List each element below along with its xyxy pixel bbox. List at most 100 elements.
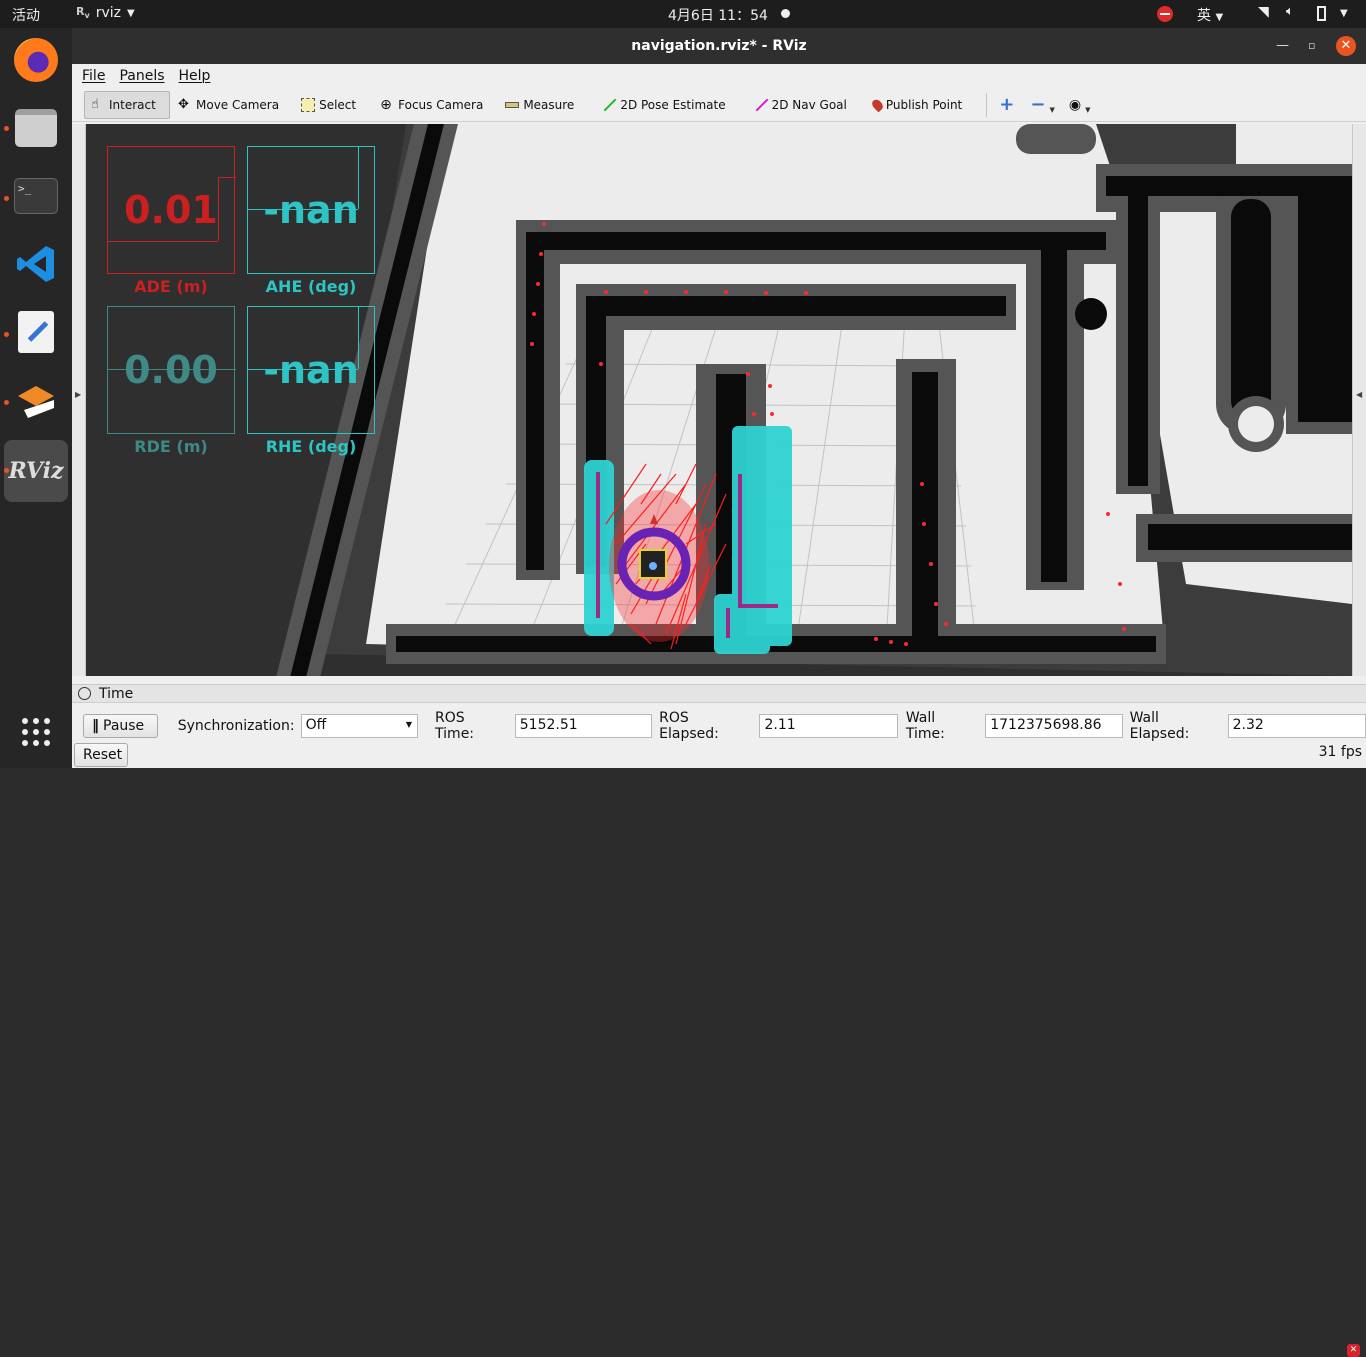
green-arrow-icon <box>602 98 617 112</box>
activities-button[interactable]: 活动 <box>12 5 40 25</box>
ros-time-field[interactable]: 5152.51 <box>514 714 653 738</box>
window-title: navigation.rviz* - RViz <box>631 38 807 54</box>
rviz-window: navigation.rviz* - RViz — ▫ ✕ File Panel… <box>72 28 1366 1357</box>
reset-button[interactable]: Reset <box>74 743 128 767</box>
maximize-icon[interactable]: ▫ <box>1308 28 1315 64</box>
visibility-tool-button[interactable]: ◉ ▼ <box>1063 91 1097 119</box>
pose-estimate-tool-button[interactable]: 2D Pose Estimate <box>596 91 731 119</box>
system-menu-chevron-icon[interactable]: ▼ <box>1340 8 1348 19</box>
input-method-indicator[interactable]: 英 ▼ <box>1197 5 1223 25</box>
ahe-value: -nan <box>263 188 359 232</box>
crosshair-icon: ⊕ <box>380 96 392 113</box>
clock-icon <box>78 687 91 700</box>
close-panel-icon[interactable]: ✕ <box>1347 1344 1360 1357</box>
fps-readout: 31 fps <box>1318 744 1362 760</box>
running-indicator <box>4 126 9 131</box>
right-dock-collapse-strip[interactable]: ◀ <box>1352 124 1366 676</box>
show-apps-icon[interactable] <box>12 708 60 756</box>
3d-render-view[interactable]: 0.01 ADE (m) -nan AHE (deg) 0.00 RDE (m)… <box>86 124 1352 676</box>
menu-file[interactable]: File <box>82 68 105 84</box>
running-indicator <box>4 332 9 337</box>
ros-elapsed-field[interactable]: 2.11 <box>759 714 898 738</box>
map-pin-icon <box>869 97 885 112</box>
rde-label: RDE (m) <box>134 437 208 456</box>
menu-bar: File Panels Help <box>72 64 1366 88</box>
move-camera-tool-button[interactable]: ✥ Move Camera <box>172 91 285 119</box>
rde-value: 0.00 <box>124 348 218 392</box>
interact-tool-button[interactable]: ☝ Interact <box>84 90 170 119</box>
add-tool-button[interactable]: + <box>993 91 1020 119</box>
firefox-icon[interactable] <box>12 36 60 84</box>
ahe-metric-panel: -nan AHE (deg) <box>247 146 375 296</box>
left-dock-collapse-strip[interactable]: ▶ <box>72 124 86 676</box>
chevron-down-icon: ▼ <box>126 7 135 19</box>
app-menu[interactable]: Rv rviz ▼ <box>76 5 135 21</box>
minus-icon: − <box>1030 94 1046 115</box>
nav-goal-tool-button[interactable]: 2D Nav Goal <box>748 91 853 119</box>
notification-dot-icon <box>781 9 790 18</box>
clock[interactable]: 4月6日 11：54 <box>668 5 768 25</box>
remove-tool-button[interactable]: − ▼ <box>1024 91 1060 119</box>
select-tool-button[interactable]: Select <box>295 91 362 119</box>
ade-value: 0.01 <box>124 188 218 232</box>
tool-bar: ☝ Interact ✥ Move Camera Select ⊕ Focus … <box>72 88 1366 122</box>
chevron-down-icon: ▼ <box>405 720 413 729</box>
measure-label: Measure <box>523 97 575 112</box>
sync-label: Synchronization: <box>177 718 295 734</box>
sync-value: Off <box>305 717 327 733</box>
ade-metric-panel: 0.01 ADE (m) <box>107 146 236 296</box>
time-panel-title: Time <box>99 685 134 702</box>
wall-elapsed-field[interactable]: 2.32 <box>1227 714 1366 738</box>
pause-label: Pause <box>103 718 145 734</box>
close-icon[interactable]: ✕ <box>1336 36 1356 56</box>
eye-icon: ◉ <box>1068 96 1082 113</box>
app-menu-label: rviz <box>95 5 121 21</box>
menu-help[interactable]: Help <box>179 68 211 84</box>
rhe-label: RHE (deg) <box>265 437 357 456</box>
plus-icon: + <box>999 94 1015 115</box>
time-panel: Time ✕ ‖ Pause Synchronization: Off ▼ RO… <box>72 684 1366 1357</box>
publish-point-tool-button[interactable]: Publish Point <box>867 91 968 119</box>
pause-button[interactable]: ‖ Pause <box>83 714 158 738</box>
volume-icon[interactable]: 🔈︎ <box>1286 4 1294 19</box>
rhe-metric-panel: -nan RHE (deg) <box>247 306 375 456</box>
pause-icon: ‖ <box>92 718 99 734</box>
interact-label: Interact <box>109 97 156 112</box>
ade-label: ADE (m) <box>134 277 208 296</box>
rhe-value: -nan <box>263 348 359 392</box>
ahe-label: AHE (deg) <box>265 277 357 296</box>
wall-time-label: Wall Time: <box>905 710 945 742</box>
menu-panels[interactable]: Panels <box>119 68 164 84</box>
dock: >_ RViz <box>0 28 72 768</box>
focus-camera-label: Focus Camera <box>398 97 484 112</box>
text-editor-icon[interactable] <box>12 308 60 356</box>
layers-app-icon[interactable] <box>12 376 60 424</box>
rviz-icon[interactable]: RViz <box>4 440 68 502</box>
nav-goal-label: 2D Nav Goal <box>771 97 847 112</box>
ime-label: 英 <box>1197 8 1211 24</box>
window-titlebar[interactable]: navigation.rviz* - RViz — ▫ ✕ <box>72 28 1366 64</box>
select-box-icon <box>301 97 316 112</box>
do-not-disturb-icon[interactable] <box>1157 6 1173 22</box>
top-bar: 活动 Rv rviz ▼ 4月6日 11：54 英 ▼ ◥ 🔈︎ ▼ <box>0 0 1366 28</box>
wall-time-field[interactable]: 1712375698.86 <box>985 714 1123 738</box>
ros-elapsed-label: ROS Elapsed: <box>659 710 719 742</box>
rde-metric-panel: 0.00 RDE (m) <box>107 306 236 456</box>
files-icon[interactable] <box>12 104 60 152</box>
sync-select[interactable]: Off ▼ <box>300 714 419 738</box>
ros-time-label: ROS Time: <box>435 710 475 742</box>
pose-estimate-label: 2D Pose Estimate <box>620 97 726 112</box>
terminal-icon[interactable]: >_ <box>12 172 60 220</box>
time-panel-header[interactable]: Time ✕ <box>72 685 1366 1357</box>
measure-tool-button[interactable]: Measure <box>499 91 580 119</box>
wall-elapsed-label: Wall Elapsed: <box>1129 710 1190 742</box>
move-arrows-icon: ✥ <box>178 96 189 112</box>
focus-camera-tool-button[interactable]: ⊕ Focus Camera <box>374 91 489 119</box>
minimize-icon[interactable]: — <box>1276 28 1289 64</box>
chevron-left-icon: ▶ <box>75 390 82 399</box>
vscode-icon[interactable] <box>12 240 60 288</box>
hand-pointer-icon: ☝ <box>91 96 99 112</box>
running-indicator <box>4 468 9 473</box>
battery-icon[interactable] <box>1317 6 1326 21</box>
wifi-icon[interactable]: ◥ <box>1258 4 1269 20</box>
